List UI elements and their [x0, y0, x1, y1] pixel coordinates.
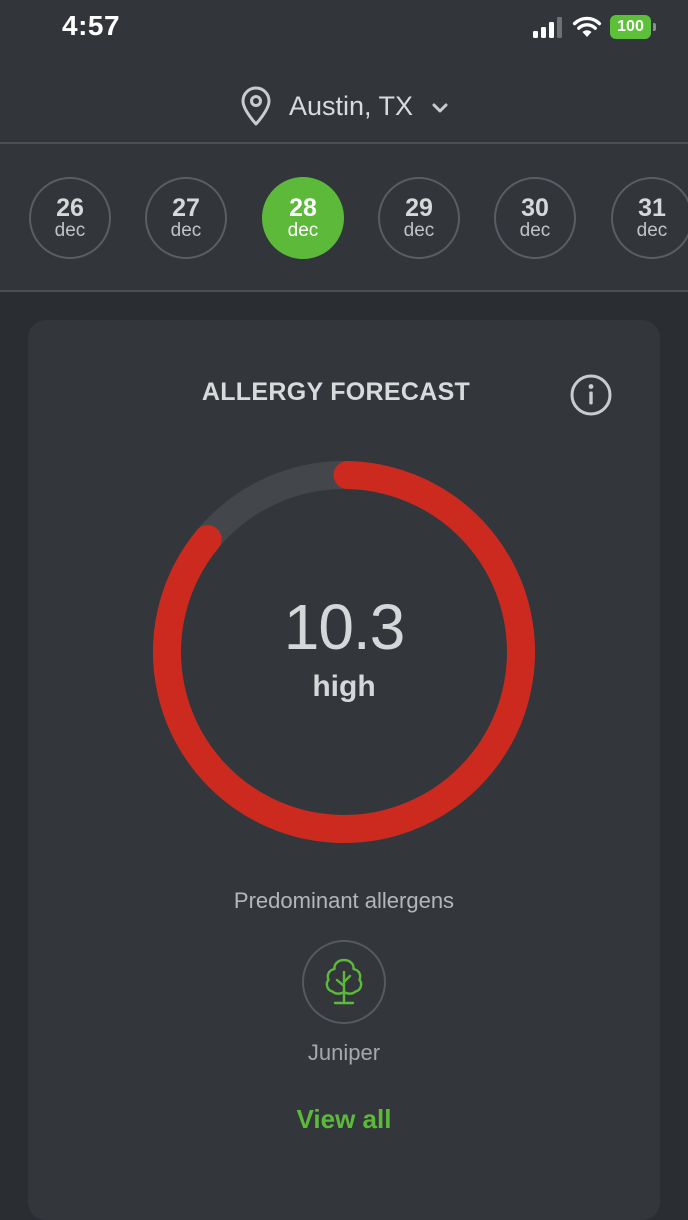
date-item-27[interactable]: 27 dec — [145, 177, 227, 259]
date-day: 30 — [521, 194, 549, 222]
status-time: 4:57 — [62, 10, 121, 41]
date-item-31[interactable]: 31 dec — [611, 177, 688, 259]
date-month: dec — [519, 220, 551, 241]
cellular-signal-icon — [533, 17, 562, 38]
status-bar: 4:57 100 — [0, 0, 688, 56]
date-day: 26 — [56, 194, 84, 222]
chevron-down-icon — [432, 103, 448, 113]
date-item-28-selected[interactable]: 28 dec — [262, 177, 344, 259]
wifi-icon — [572, 16, 602, 37]
view-all-link[interactable]: View all — [28, 1104, 660, 1135]
battery-cap — [653, 23, 656, 31]
card-title: ALLERGY FORECAST — [201, 378, 471, 406]
date-item-30[interactable]: 30 dec — [494, 177, 576, 259]
map-pin-icon — [241, 86, 271, 126]
allergen-badge-juniper[interactable] — [302, 940, 386, 1024]
info-icon[interactable] — [570, 374, 612, 416]
date-strip[interactable]: 26 dec 27 dec 28 dec 29 dec 30 dec 31 de… — [0, 144, 688, 290]
date-month: dec — [54, 220, 86, 241]
date-day: 27 — [172, 194, 200, 222]
allergy-forecast-card: ALLERGY FORECAST 10.3 high Predominant a… — [28, 320, 660, 1220]
forecast-value: 10.3 — [283, 591, 406, 663]
location-selector[interactable]: Austin, TX — [0, 84, 688, 128]
date-month: dec — [287, 220, 319, 241]
date-day: 28 — [289, 194, 317, 222]
battery-level: 100 — [610, 15, 651, 39]
battery-indicator: 100 — [610, 15, 656, 39]
date-month: dec — [636, 220, 668, 241]
date-day: 29 — [405, 194, 433, 222]
date-item-29[interactable]: 29 dec — [378, 177, 460, 259]
allergen-name: Juniper — [307, 1040, 381, 1065]
date-day: 31 — [638, 194, 666, 222]
predominant-allergens-label: Predominant allergens — [233, 888, 455, 913]
forecast-level: high — [312, 670, 376, 703]
date-month: dec — [170, 220, 202, 241]
date-item-26[interactable]: 26 dec — [29, 177, 111, 259]
location-name: Austin, TX — [288, 90, 414, 121]
tree-icon — [325, 958, 363, 1005]
divider-bottom — [0, 290, 688, 292]
date-month: dec — [403, 220, 435, 241]
